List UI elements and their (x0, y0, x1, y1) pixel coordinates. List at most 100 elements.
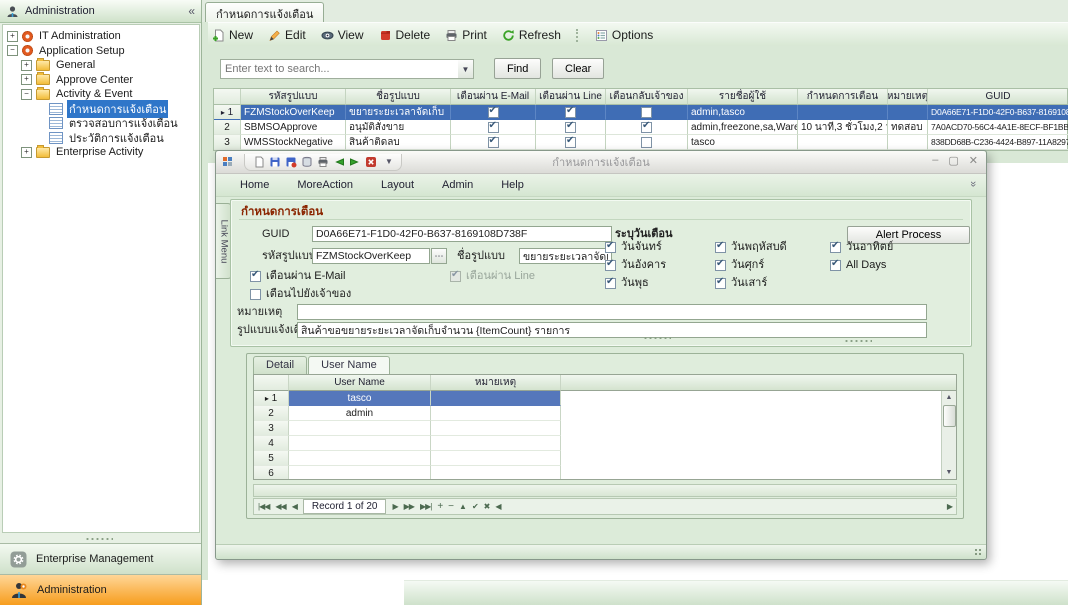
grid-header[interactable]: เตือนกลับเจ้าของ (606, 89, 688, 105)
cell-user[interactable] (289, 466, 431, 480)
minimize-icon[interactable]: – (932, 154, 938, 167)
grid-header[interactable]: User Name (289, 375, 431, 391)
close-window-icon[interactable] (365, 156, 377, 168)
grid-header[interactable]: เตือนผ่าน Line (536, 89, 606, 105)
cell-note[interactable] (431, 421, 561, 436)
save-icon[interactable] (269, 156, 281, 168)
print-button[interactable]: Print (445, 28, 487, 42)
name-field[interactable] (519, 248, 612, 264)
checkbox[interactable] (250, 271, 261, 282)
nav-first-icon[interactable]: |◀◀ (258, 502, 269, 511)
tree-item-enterprise-activity[interactable]: + Enterprise Activity (3, 145, 199, 160)
day-monday[interactable]: วันจันทร์ (605, 240, 666, 254)
ribbon-tab-moreaction[interactable]: MoreAction (283, 176, 367, 194)
expander-icon[interactable]: + (21, 60, 32, 71)
cell-user[interactable]: admin (289, 406, 431, 421)
cell-email[interactable] (451, 120, 536, 135)
new-document-icon[interactable] (253, 156, 265, 168)
edit-button[interactable]: Edit (268, 28, 306, 42)
cell-guid[interactable]: 7A0ACD70-56C4-4A1E-8ECF-BF1BB400E81E (928, 120, 1068, 135)
cell-owner[interactable] (606, 135, 688, 150)
grid-header[interactable]: หมายเหตุ (431, 375, 561, 391)
tree-item-label[interactable]: IT Administration (37, 30, 123, 42)
close-icon[interactable]: ✕ (969, 154, 978, 167)
tree-item-general[interactable]: + General (3, 58, 199, 73)
find-button[interactable]: Find (494, 58, 541, 79)
cell-note[interactable] (431, 391, 561, 406)
search-input[interactable] (220, 59, 466, 79)
nav-append-icon[interactable]: + (437, 501, 442, 512)
cell-alert[interactable] (798, 105, 888, 120)
checkbox[interactable] (605, 260, 616, 271)
sidebar-splitter[interactable] (85, 537, 113, 541)
grid-header[interactable]: รหัสรูปแบบ (241, 89, 346, 105)
ribbon-tab-home[interactable]: Home (226, 176, 283, 194)
note-field[interactable] (297, 304, 927, 320)
tree-item-label[interactable]: ประวัติการแจ้งเตือน (67, 129, 166, 147)
checkbox[interactable] (565, 122, 576, 133)
cell-code[interactable]: FZMStockOverKeep (241, 105, 346, 120)
email-alert-checkbox-row[interactable]: เตือนผ่าน E-Mail (250, 269, 345, 283)
nav-scroll-left-icon[interactable]: ◀ (495, 502, 500, 511)
tree-item-label[interactable]: Activity & Event (54, 88, 134, 100)
format-field[interactable] (297, 322, 927, 338)
scroll-down-icon[interactable]: ▼ (942, 466, 956, 479)
grid-header[interactable]: รายชื่อผู้ใช้ (688, 89, 798, 105)
scroll-up-icon[interactable]: ▲ (942, 391, 956, 404)
cell-line[interactable] (536, 135, 606, 150)
ribbon-tab-layout[interactable]: Layout (367, 176, 428, 194)
dialog-titlebar[interactable]: ▼ กำหนดการแจ้งเตือน – ▢ ✕ (216, 151, 986, 174)
tree-item-label[interactable]: Application Setup (37, 45, 127, 57)
cell-note[interactable]: ทดสอบ (888, 120, 928, 135)
cell-email[interactable] (451, 135, 536, 150)
day-thursday[interactable]: วันพฤหัสบดี (715, 240, 787, 254)
back-arrow-icon[interactable] (333, 156, 345, 168)
day-all-days[interactable]: All Days (830, 258, 893, 272)
checkbox[interactable] (715, 242, 726, 253)
nav-next-page-icon[interactable]: ▶▶ (404, 502, 414, 511)
grid-header[interactable]: กำหนดการเตือน (798, 89, 888, 105)
tab-user-name[interactable]: User Name (308, 356, 390, 375)
delete-button[interactable]: Delete (379, 28, 431, 42)
nav-prev-icon[interactable]: ◀ (292, 502, 297, 511)
nav-next-icon[interactable]: ▶ (392, 502, 397, 511)
grid-row-1[interactable]: ▸ 1 FZMStockOverKeep ขยายระยะเวลาจัดเก็บ… (214, 105, 1067, 120)
checkbox[interactable] (641, 137, 652, 148)
checkbox[interactable] (715, 278, 726, 289)
maximize-icon[interactable]: ▢ (948, 154, 958, 167)
grid-header[interactable]: ชื่อรูปแบบ (346, 89, 451, 105)
nav-prev-page-icon[interactable]: ◀◀ (275, 502, 285, 511)
user-row-1[interactable]: ▸ 1 tasco (254, 391, 956, 406)
tree-item-label[interactable]: General (54, 59, 97, 71)
cell-email[interactable] (451, 105, 536, 120)
nav-scroll-right-icon[interactable]: ▶ (947, 502, 952, 511)
checkbox[interactable] (488, 107, 499, 118)
day-sunday[interactable]: วันอาทิตย์ (830, 240, 893, 254)
view-button[interactable]: View (321, 28, 364, 42)
grid-row-3[interactable]: 3 WMSStockNegative สินค้าติดลบ tasco 838… (214, 135, 1067, 150)
guid-field[interactable] (312, 226, 612, 242)
cell-name[interactable]: ขยายระยะเวลาจัดเก็บ (346, 105, 451, 120)
grid-header[interactable]: เตือนผ่าน E-Mail (451, 89, 536, 105)
save-close-icon[interactable] (285, 156, 297, 168)
user-row-2[interactable]: 2 admin (254, 406, 956, 421)
tree-item-label[interactable]: Enterprise Activity (54, 146, 145, 158)
options-button[interactable]: Options (595, 28, 653, 42)
nav-edit-icon[interactable]: ▲ (459, 502, 466, 511)
tree-item-approve-center[interactable]: + Approve Center (3, 73, 199, 88)
scrollbar-thumb[interactable] (943, 405, 956, 427)
code-field[interactable] (312, 248, 430, 264)
cell-guid[interactable]: 838DD68B-C236-4424-B897-11A82973F796 (928, 135, 1068, 150)
cell-note[interactable] (888, 135, 928, 150)
cell-line[interactable] (536, 105, 606, 120)
delete-trash-icon[interactable] (301, 156, 313, 168)
nav-cancel-icon[interactable]: ✖ (484, 502, 490, 511)
resize-grip-icon[interactable] (974, 548, 983, 557)
checkbox[interactable] (488, 137, 499, 148)
cell-code[interactable]: WMSStockNegative (241, 135, 346, 150)
dialog-splitter[interactable] (844, 339, 872, 343)
ribbon-tab-admin[interactable]: Admin (428, 176, 487, 194)
day-friday[interactable]: วันศุกร์ (715, 258, 787, 272)
checkbox[interactable] (250, 289, 261, 300)
grid-header[interactable]: GUID (928, 89, 1068, 105)
